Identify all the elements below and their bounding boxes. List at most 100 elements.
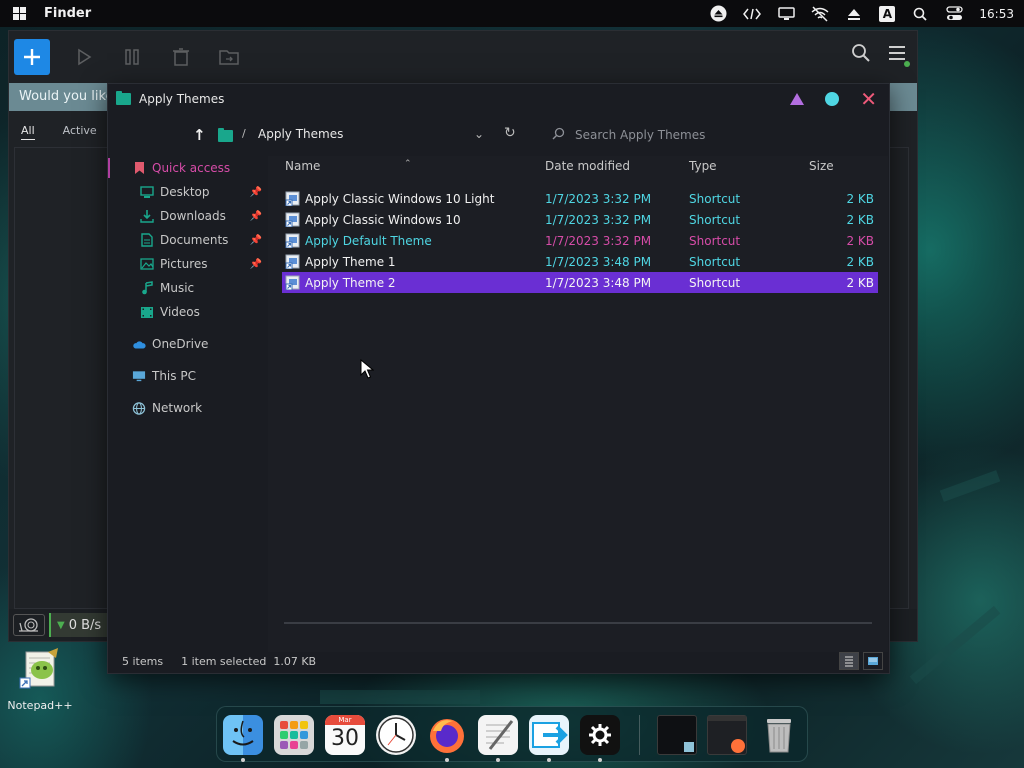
pin-icon[interactable]: 📌: [250, 211, 262, 222]
tab-all[interactable]: All: [21, 124, 35, 140]
background-app-toolbar: [9, 31, 917, 83]
desktop-icon-notepadpp[interactable]: Notepad++: [6, 646, 74, 712]
control-center-icon[interactable]: [945, 5, 963, 23]
breadcrumb[interactable]: Apply Themes: [258, 127, 343, 141]
item-count: 5 items: [122, 654, 164, 668]
migration-assistant-icon[interactable]: [529, 715, 569, 755]
shortcut-file-icon: [285, 254, 300, 269]
pin-icon[interactable]: 📌: [250, 235, 262, 246]
calendar-app-icon[interactable]: Mar 30: [325, 715, 365, 755]
launchpad-icon[interactable]: [274, 715, 314, 755]
clock-app-icon[interactable]: [376, 715, 416, 755]
cloud-icon: [132, 337, 146, 351]
chevron-down-icon[interactable]: ⌄: [474, 127, 484, 141]
horizontal-scrollbar[interactable]: [284, 622, 872, 624]
search-box[interactable]: [552, 122, 852, 148]
window-thumbnail-icon[interactable]: [707, 715, 747, 755]
explorer-titlebar[interactable]: Apply Themes ✕: [108, 84, 889, 114]
file-name: Apply Theme 2: [305, 276, 396, 290]
file-type: Shortcut: [689, 276, 741, 290]
pin-icon[interactable]: 📌: [250, 259, 262, 270]
delete-icon[interactable]: [168, 44, 194, 70]
monitor-icon[interactable]: [777, 5, 795, 23]
sidebar-item-documents[interactable]: Documents 📌: [108, 228, 268, 252]
windows-logo-icon[interactable]: [10, 5, 28, 23]
search-input[interactable]: [575, 128, 815, 142]
hamburger-menu-icon[interactable]: [887, 44, 910, 67]
eject-icon[interactable]: [709, 5, 727, 23]
table-row[interactable]: Apply Classic Windows 10 Light 1/7/2023 …: [282, 188, 878, 209]
sidebar-item-label: Network: [152, 401, 203, 415]
sidebar-item-desktop[interactable]: Desktop 📌: [108, 180, 268, 204]
search-icon[interactable]: [851, 43, 871, 66]
sidebar-item-label: Pictures: [160, 257, 208, 271]
up-arrow-icon[interactable]: ↑: [193, 126, 206, 144]
film-icon: [140, 305, 154, 319]
computer-icon: [132, 369, 146, 383]
pin-icon[interactable]: 📌: [250, 187, 262, 198]
column-header-type[interactable]: Type: [689, 159, 717, 173]
column-headers: ⌃ Name Date modified Type Size: [268, 156, 888, 178]
window-thumbnail-icon[interactable]: [657, 715, 697, 755]
file-date: 1/7/2023 3:32 PM: [545, 192, 652, 206]
shortcut-file-icon: [285, 212, 300, 227]
shortcut-file-icon: [285, 191, 300, 206]
desktop-icon-label: Notepad++: [7, 699, 73, 712]
refresh-icon[interactable]: ↻: [504, 125, 516, 141]
textedit-app-icon[interactable]: [478, 715, 518, 755]
large-icons-view-icon[interactable]: [863, 652, 883, 670]
firefox-app-icon[interactable]: [427, 715, 467, 755]
selected-size: 1.07 KB: [273, 654, 317, 668]
search-icon[interactable]: [911, 5, 929, 23]
file-date: 1/7/2023 3:48 PM: [545, 255, 652, 269]
details-view-icon[interactable]: [839, 652, 859, 670]
sidebar-item-label: Documents: [160, 233, 229, 247]
table-row-selected[interactable]: Apply Theme 2 1/7/2023 3:48 PM Shortcut …: [282, 272, 878, 293]
table-row[interactable]: Apply Default Theme 1/7/2023 3:32 PM Sho…: [282, 230, 878, 251]
sidebar-item-pictures[interactable]: Pictures 📌: [108, 252, 268, 276]
table-row[interactable]: Apply Classic Windows 10 1/7/2023 3:32 P…: [282, 209, 878, 230]
file-list-pane[interactable]: ⌃ Name Date modified Type Size Apply Cla…: [268, 156, 888, 652]
sidebar-item-label: Music: [160, 281, 195, 295]
file-size: 2 KB: [846, 276, 874, 290]
finder-app-icon[interactable]: [223, 715, 263, 755]
maximize-button[interactable]: [825, 92, 840, 106]
calendar-month: Mar: [325, 715, 365, 725]
minimize-button[interactable]: [790, 93, 805, 105]
close-button[interactable]: ✕: [860, 89, 877, 109]
download-arrow-icon: ▼: [57, 619, 65, 631]
sidebar-item-quick-access[interactable]: Quick access: [108, 156, 268, 180]
column-header-name[interactable]: Name: [285, 159, 320, 173]
sidebar-item-videos[interactable]: Videos: [108, 300, 268, 324]
pause-icon[interactable]: [120, 44, 146, 70]
desktop-icon: [140, 185, 154, 199]
speed-limit-snail-icon[interactable]: [13, 614, 45, 636]
settings-app-icon[interactable]: [580, 715, 620, 755]
sidebar-item-network[interactable]: Network: [108, 396, 268, 420]
code-icon[interactable]: [743, 5, 762, 23]
notepadpp-app-icon: [19, 648, 58, 689]
column-header-size[interactable]: Size: [809, 159, 834, 173]
table-row[interactable]: Apply Theme 1 1/7/2023 3:48 PM Shortcut …: [282, 251, 878, 272]
active-app-name[interactable]: Finder: [44, 6, 91, 21]
trash-icon[interactable]: [759, 715, 799, 755]
file-rows: Apply Classic Windows 10 Light 1/7/2023 …: [282, 188, 878, 293]
sidebar-item-onedrive[interactable]: OneDrive: [108, 332, 268, 356]
selected-count: 1 item selected: [181, 654, 267, 668]
dock: Mar 30: [216, 706, 808, 762]
no-network-icon[interactable]: [811, 5, 829, 23]
column-header-date[interactable]: Date modified: [545, 159, 630, 173]
resume-icon[interactable]: [72, 44, 98, 70]
add-torrent-button[interactable]: [14, 39, 50, 75]
keyboard-layout-icon[interactable]: A: [879, 5, 896, 22]
upload-icon[interactable]: [845, 5, 863, 23]
move-icon[interactable]: [216, 44, 242, 70]
file-type: Shortcut: [689, 255, 741, 269]
bookmark-icon: [132, 161, 146, 175]
sidebar-item-music[interactable]: Music: [108, 276, 268, 300]
menubar-clock[interactable]: 16:53: [979, 7, 1014, 21]
sidebar-item-downloads[interactable]: Downloads 📌: [108, 204, 268, 228]
file-type: Shortcut: [689, 213, 741, 227]
sidebar-item-this-pc[interactable]: This PC: [108, 364, 268, 388]
tab-active[interactable]: Active: [63, 124, 97, 140]
